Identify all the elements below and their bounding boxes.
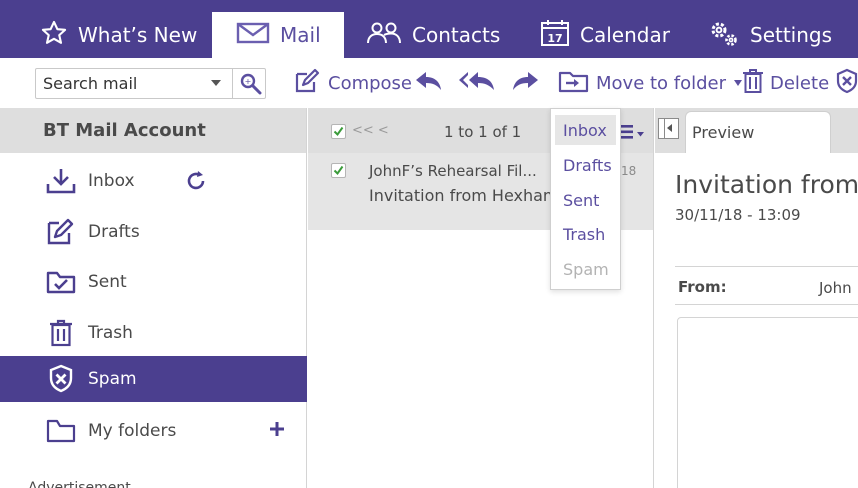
drafts-icon <box>46 217 76 247</box>
add-folder-icon[interactable] <box>268 420 286 443</box>
sidebar-item-drafts[interactable]: Drafts <box>0 209 307 255</box>
message-body[interactable] <box>677 317 858 488</box>
tab-contacts[interactable]: Contacts <box>366 12 500 58</box>
menu-item-sent[interactable]: Sent <box>555 185 616 215</box>
message-date: 18 <box>621 164 637 178</box>
from-value[interactable]: John <box>819 279 852 297</box>
inbox-tray-icon <box>46 166 76 196</box>
divider <box>675 266 858 267</box>
message-checkbox[interactable] <box>331 163 346 178</box>
forward-button[interactable] <box>510 68 546 98</box>
menu-item-drafts[interactable]: Drafts <box>555 150 616 180</box>
preview-subject: Invitation from <box>675 170 858 199</box>
svg-text:+: + <box>245 77 252 86</box>
trash-icon <box>742 68 770 99</box>
preview-pane: Preview Invitation from 30/11/18 - 13:09… <box>655 108 858 488</box>
preview-date: 30/11/18 - 13:09 <box>675 206 801 224</box>
folder-icon <box>46 416 76 446</box>
tab-settings[interactable]: Settings <box>708 12 832 58</box>
reply-all-button[interactable] <box>458 68 504 98</box>
sidebar-item-label: Inbox <box>88 171 135 191</box>
menu-item-spam: Spam <box>563 259 609 279</box>
calendar-icon: 17 <box>540 19 580 52</box>
pager-count: 1 to 1 of 1 <box>444 123 522 141</box>
gears-icon <box>708 19 750 52</box>
forward-icon <box>510 69 546 98</box>
spam-shield-icon <box>46 364 76 394</box>
contacts-icon <box>366 21 412 50</box>
select-all-checkbox[interactable] <box>331 124 346 139</box>
move-to-folder-label: Move to folder <box>596 72 727 94</box>
tab-preview[interactable]: Preview <box>685 111 831 153</box>
reply-button[interactable] <box>414 68 450 98</box>
move-to-folder-button[interactable]: Move to folder <box>558 68 743 99</box>
sidebar-item-inbox[interactable]: Inbox <box>0 158 307 204</box>
divider <box>675 304 858 305</box>
tab-label: What’s New <box>78 23 198 47</box>
sidebar-item-label: My folders <box>88 421 177 441</box>
delete-button[interactable]: Delete <box>742 68 829 98</box>
folder-sidebar: BT Mail Account Inbox Drafts Sent Trash … <box>0 108 307 488</box>
star-icon <box>40 19 78 52</box>
main-navigation: What’s New Mail Contacts 17 Calendar Set… <box>0 0 858 58</box>
search-scope-dropdown[interactable] <box>211 80 221 86</box>
pager-previous[interactable]: << < <box>352 123 389 138</box>
sidebar-item-label: Trash <box>88 323 133 343</box>
from-label: From: <box>678 278 727 296</box>
svg-text:17: 17 <box>547 32 562 45</box>
reply-icon <box>414 69 450 98</box>
chevron-down-icon <box>734 80 743 86</box>
sidebar-item-sent[interactable]: Sent <box>0 259 307 305</box>
sent-folder-icon <box>46 267 76 297</box>
preview-tab-bar: Preview <box>655 108 858 153</box>
tab-label: Contacts <box>412 23 501 47</box>
sidebar-item-label: Sent <box>88 272 127 292</box>
advertisement-label: Advertisement <box>28 480 131 488</box>
sidebar-item-label: Drafts <box>88 222 140 242</box>
tab-label: Settings <box>750 23 833 47</box>
sidebar-item-spam[interactable]: Spam <box>0 356 307 402</box>
move-folder-icon <box>558 68 596 99</box>
search-divider <box>232 69 233 98</box>
envelope-icon <box>236 21 280 50</box>
sidebar-item-label: Spam <box>88 369 137 389</box>
tab-mail[interactable]: Mail <box>212 12 344 58</box>
tab-label: Calendar <box>580 23 670 47</box>
tab-whats-new[interactable]: What’s New <box>0 12 212 58</box>
tab-calendar[interactable]: 17 Calendar <box>540 12 670 58</box>
compose-icon <box>294 68 328 99</box>
search-icon[interactable]: + <box>239 72 263 100</box>
mail-toolbar: + Compose Move to folder Delete <box>0 58 858 108</box>
collapse-panel-icon[interactable] <box>658 118 679 139</box>
reply-all-icon <box>458 69 504 98</box>
sidebar-item-my-folders[interactable]: My folders <box>0 408 307 454</box>
account-name: BT Mail Account <box>0 108 306 153</box>
tab-label: Mail <box>280 23 321 47</box>
sort-menu-icon[interactable] <box>620 124 646 140</box>
search-input[interactable] <box>36 70 206 97</box>
spam-shield-icon <box>836 68 858 99</box>
trash-icon <box>46 318 76 348</box>
refresh-icon[interactable] <box>185 170 207 197</box>
message-sender: JohnF’s Rehearsal Fil... <box>369 162 537 180</box>
delete-label: Delete <box>770 72 830 94</box>
search-box: + <box>35 68 266 99</box>
compose-label: Compose <box>328 72 413 94</box>
mark-spam-button[interactable] <box>836 68 858 98</box>
sidebar-item-trash[interactable]: Trash <box>0 310 307 356</box>
menu-item-trash[interactable]: Trash <box>555 219 616 249</box>
move-to-folder-menu: Inbox Drafts Sent Trash Spam <box>550 108 621 290</box>
compose-button[interactable]: Compose <box>294 68 412 98</box>
menu-item-inbox[interactable]: Inbox <box>555 115 616 145</box>
